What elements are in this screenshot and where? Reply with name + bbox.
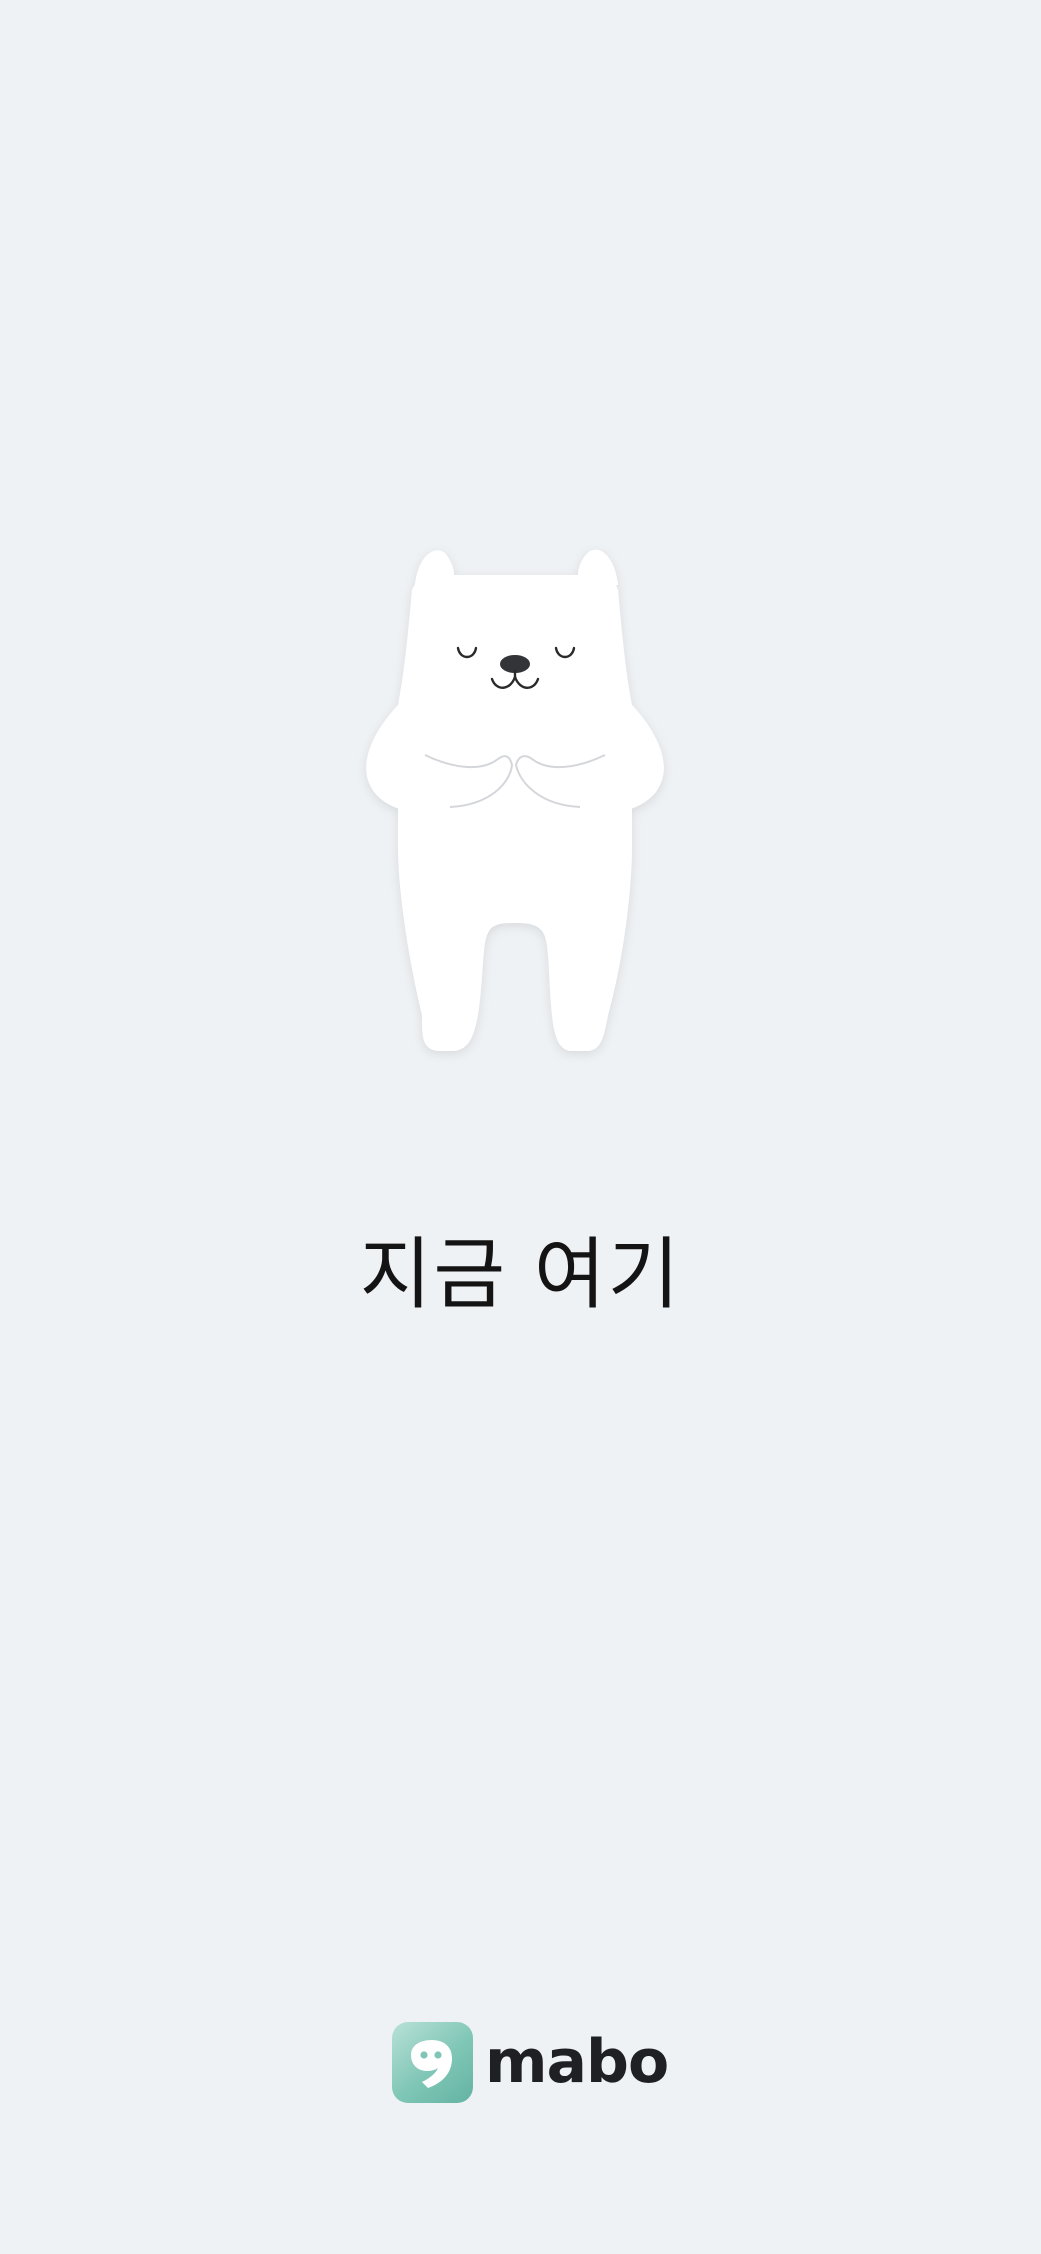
- brand-name: mabo: [485, 2027, 669, 2097]
- splash-screen: 지금 여기 mabo: [0, 0, 1041, 2254]
- polar-bear-mascot-illustration: [350, 545, 680, 1065]
- tagline-text: 지금 여기: [359, 1230, 682, 1320]
- brand-logo-lockup: mabo: [392, 2020, 669, 2104]
- speech-bubble-nine-icon: [392, 2021, 473, 2103]
